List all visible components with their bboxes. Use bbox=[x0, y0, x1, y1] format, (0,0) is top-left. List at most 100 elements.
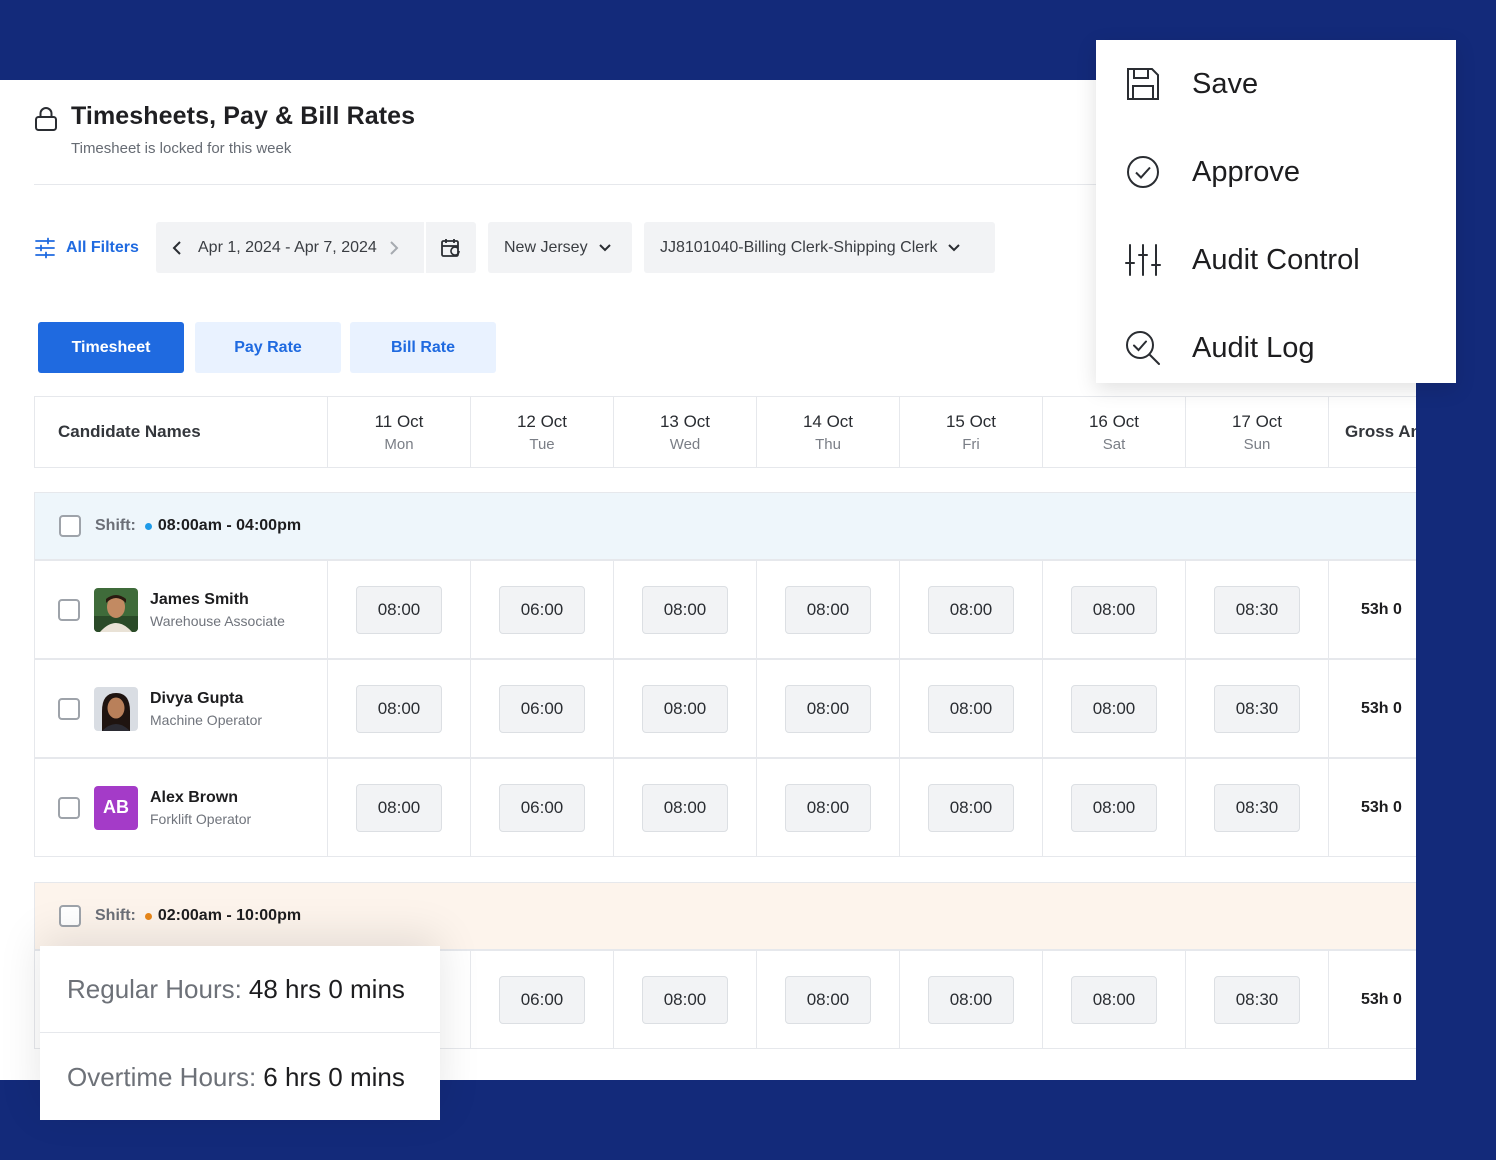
hours-input[interactable]: 08:00 bbox=[928, 783, 1014, 832]
candidate-cell: AB Alex Brown Forklift Operator bbox=[35, 759, 328, 856]
regular-hours-value: 48 hrs 0 mins bbox=[248, 973, 405, 1004]
menu-item-save[interactable]: Save bbox=[1096, 40, 1456, 128]
hours-input[interactable]: 08:30 bbox=[1214, 783, 1300, 832]
day-weekday: Wed bbox=[669, 435, 701, 453]
hours-input[interactable]: 08:00 bbox=[928, 684, 1014, 733]
shift-color-dot bbox=[144, 522, 152, 530]
day-date: 12 Oct bbox=[516, 411, 568, 431]
menu-item-approve[interactable]: Approve bbox=[1096, 128, 1456, 216]
hours-cell: 08:00 bbox=[757, 759, 900, 856]
hours-input[interactable]: 08:00 bbox=[1071, 975, 1157, 1024]
calendar-button[interactable] bbox=[424, 222, 476, 273]
hours-input[interactable]: 08:00 bbox=[928, 585, 1014, 634]
candidate-info: Divya Gupta Machine Operator bbox=[150, 690, 262, 728]
gross-amount-header: Gross An bbox=[1345, 422, 1416, 441]
tab-pay-rate[interactable]: Pay Rate bbox=[195, 322, 341, 373]
menu-item-audit-log[interactable]: Audit Log bbox=[1096, 304, 1456, 392]
filter-sliders-icon bbox=[35, 237, 55, 258]
check-circle-icon bbox=[1127, 156, 1159, 188]
day-date: 11 Oct bbox=[374, 411, 424, 431]
hours-input[interactable]: 08:00 bbox=[785, 684, 871, 733]
hours-input[interactable]: 08:00 bbox=[356, 585, 442, 634]
hours-cell: 08:00 bbox=[1043, 561, 1186, 658]
hours-input[interactable]: 08:00 bbox=[642, 975, 728, 1024]
hours-input[interactable]: 08:30 bbox=[1214, 585, 1300, 634]
date-range-picker: Apr 1, 2024 - Apr 7, 2024 bbox=[156, 222, 476, 273]
hours-cell: 08:00 bbox=[900, 660, 1043, 757]
hours-input[interactable]: 08:00 bbox=[642, 783, 728, 832]
hours-input[interactable]: 08:00 bbox=[356, 684, 442, 733]
hours-input[interactable]: 08:00 bbox=[1071, 585, 1157, 634]
shift-select-checkbox[interactable] bbox=[59, 905, 81, 927]
hours-cell: 08:00 bbox=[614, 660, 757, 757]
column-header-day: 12 Oct Tue bbox=[471, 397, 614, 467]
tab-timesheet[interactable]: Timesheet bbox=[38, 322, 184, 373]
hours-input[interactable]: 08:00 bbox=[785, 585, 871, 634]
chevron-right-icon bbox=[390, 240, 399, 255]
table-header-row: Candidate Names 11 Oct Mon 12 Oct Tue 13… bbox=[34, 396, 1416, 468]
hours-input[interactable]: 08:00 bbox=[1071, 684, 1157, 733]
lock-icon bbox=[35, 107, 57, 131]
hours-input[interactable]: 06:00 bbox=[499, 684, 585, 733]
hours-input[interactable]: 06:00 bbox=[499, 975, 585, 1024]
hours-input[interactable]: 08:00 bbox=[642, 684, 728, 733]
day-weekday: Mon bbox=[384, 435, 414, 453]
column-header-day: 11 Oct Mon bbox=[328, 397, 471, 467]
day-weekday: Thu bbox=[815, 435, 841, 453]
candidate-name: James Smith bbox=[150, 590, 249, 608]
hours-cell: 08:00 bbox=[900, 561, 1043, 658]
hours-input[interactable]: 08:00 bbox=[642, 585, 728, 634]
all-filters-button[interactable]: All Filters bbox=[34, 222, 139, 273]
hours-cell: 08:00 bbox=[757, 951, 900, 1048]
overtime-hours-label: Overtime Hours: bbox=[67, 1062, 257, 1092]
candidate-name: Divya Gupta bbox=[150, 689, 244, 707]
column-header-day: 16 Oct Sat bbox=[1043, 397, 1186, 467]
all-filters-label: All Filters bbox=[66, 238, 139, 256]
menu-item-label: Approve bbox=[1192, 155, 1301, 188]
calendar-refresh-icon bbox=[441, 238, 460, 257]
hours-input[interactable]: 08:30 bbox=[1214, 975, 1300, 1024]
row-select-checkbox[interactable] bbox=[58, 598, 80, 621]
candidate-role: Forklift Operator bbox=[150, 810, 252, 827]
day-weekday: Sat bbox=[1102, 435, 1126, 453]
person-photo-icon bbox=[94, 587, 138, 632]
hours-cell: 08:00 bbox=[328, 759, 471, 856]
day-date: 16 Oct bbox=[1088, 411, 1140, 431]
hours-input[interactable]: 08:00 bbox=[785, 975, 871, 1024]
hours-cell: 08:00 bbox=[614, 561, 757, 658]
row-select-checkbox[interactable] bbox=[58, 796, 80, 819]
hours-input[interactable]: 08:00 bbox=[928, 975, 1014, 1024]
regular-hours-label: Regular Hours: bbox=[67, 973, 242, 1004]
hours-input[interactable]: 08:00 bbox=[356, 783, 442, 832]
next-week-button[interactable] bbox=[377, 240, 411, 256]
gross-amount: 53h 0 bbox=[1361, 699, 1402, 717]
menu-item-audit-control[interactable]: Audit Control bbox=[1096, 216, 1456, 304]
shift-label: Shift: bbox=[95, 517, 136, 534]
prev-week-button[interactable] bbox=[156, 240, 198, 256]
page-subtitle: Timesheet is locked for this week bbox=[71, 140, 292, 157]
hours-input[interactable]: 08:30 bbox=[1214, 684, 1300, 733]
hours-cell: 08:00 bbox=[757, 561, 900, 658]
hours-input[interactable]: 08:00 bbox=[785, 783, 871, 832]
hours-cell: 06:00 bbox=[471, 759, 614, 856]
regular-hours-line: Regular Hours: 48 hrs 0 mins bbox=[40, 946, 440, 1033]
menu-item-label: Save bbox=[1192, 67, 1259, 100]
hours-input[interactable]: 08:00 bbox=[1071, 783, 1157, 832]
tab-bill-rate[interactable]: Bill Rate bbox=[350, 322, 496, 373]
job-select[interactable]: JJ8101040-Billing Clerk-Shipping Clerk bbox=[644, 222, 995, 273]
gross-amount: 53h 0 bbox=[1361, 990, 1402, 1008]
page-title: Timesheets, Pay & Bill Rates bbox=[71, 102, 416, 130]
candidate-cell: Divya Gupta Machine Operator bbox=[35, 660, 328, 757]
shift-select-checkbox[interactable] bbox=[59, 515, 81, 537]
search-check-icon bbox=[1126, 331, 1160, 365]
hours-input[interactable]: 06:00 bbox=[499, 585, 585, 634]
hours-input[interactable]: 06:00 bbox=[499, 783, 585, 832]
day-date: 13 Oct bbox=[659, 411, 711, 431]
hours-cell: 08:00 bbox=[1043, 660, 1186, 757]
state-select[interactable]: New Jersey bbox=[488, 222, 632, 273]
hours-summary-card: Regular Hours: 48 hrs 0 mins Overtime Ho… bbox=[40, 946, 440, 1120]
hours-cell: 06:00 bbox=[471, 951, 614, 1048]
hours-cell: 06:00 bbox=[471, 660, 614, 757]
row-select-checkbox[interactable] bbox=[58, 697, 80, 720]
hours-cell: 08:00 bbox=[1043, 951, 1186, 1048]
